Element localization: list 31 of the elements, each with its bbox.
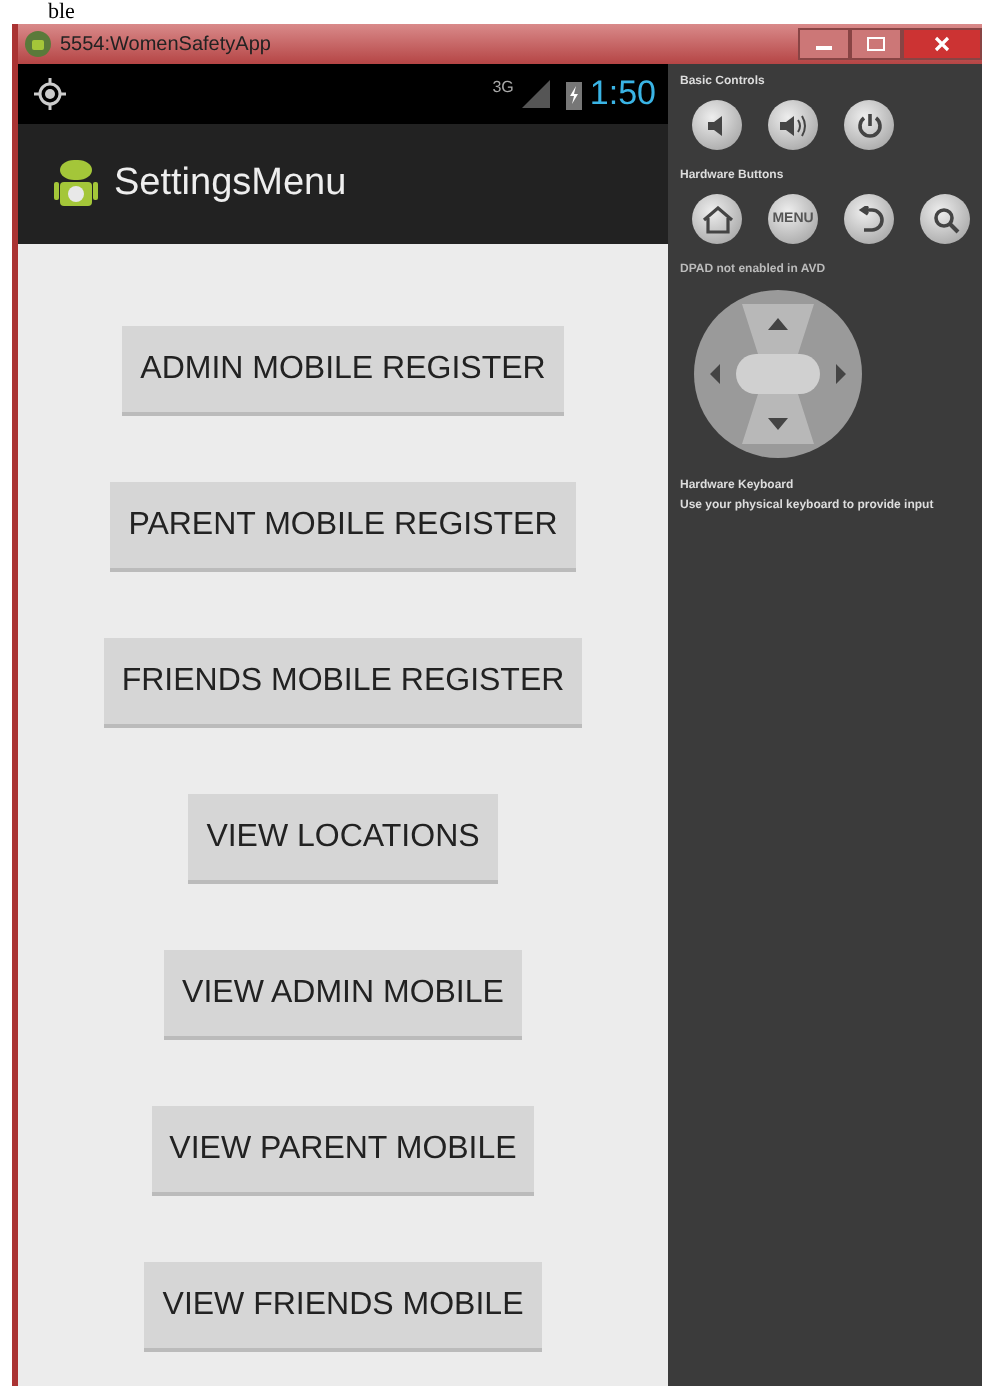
window-title: 5554:WomenSafetyApp [60,33,271,55]
menu-button[interactable]: VIEW FRIENDS MOBILE [144,1262,542,1352]
clock-text: 1:50 [589,74,656,114]
location-icon [34,78,66,110]
signal-icon [521,80,550,108]
search-button[interactable] [920,194,970,244]
back-arrow-icon [855,205,883,233]
menu-button[interactable]: FRIENDS MOBILE REGISTER [103,638,583,728]
minimize-button[interactable] [798,28,850,60]
volume-up-button[interactable] [768,100,818,150]
maximize-button[interactable] [850,28,902,60]
power-button[interactable] [844,100,894,150]
menu-button[interactable]: VIEW ADMIN MOBILE [164,950,522,1040]
home-button[interactable] [692,194,742,244]
menu-button[interactable]: PARENT MOBILE REGISTER [110,482,576,572]
menu-button[interactable]: VIEW LOCATIONS [188,794,498,884]
volume-down-button[interactable] [692,100,742,150]
close-button[interactable] [902,28,982,60]
app-title: SettingsMenu [114,162,347,206]
maximize-icon [866,36,886,52]
battery-icon [565,79,582,109]
menu-button[interactable]: VIEW PARENT MOBILE [151,1106,535,1196]
search-icon [931,205,959,233]
power-icon [855,111,883,139]
network-type-text: 3G [492,78,514,96]
home-icon [701,205,733,233]
back-button[interactable] [844,194,894,244]
speaker-loud-icon [777,113,809,137]
page-fragment-text: ble [46,0,77,24]
menu-button[interactable]: ADMIN MOBILE REGISTER [122,326,564,416]
close-icon [932,36,952,52]
